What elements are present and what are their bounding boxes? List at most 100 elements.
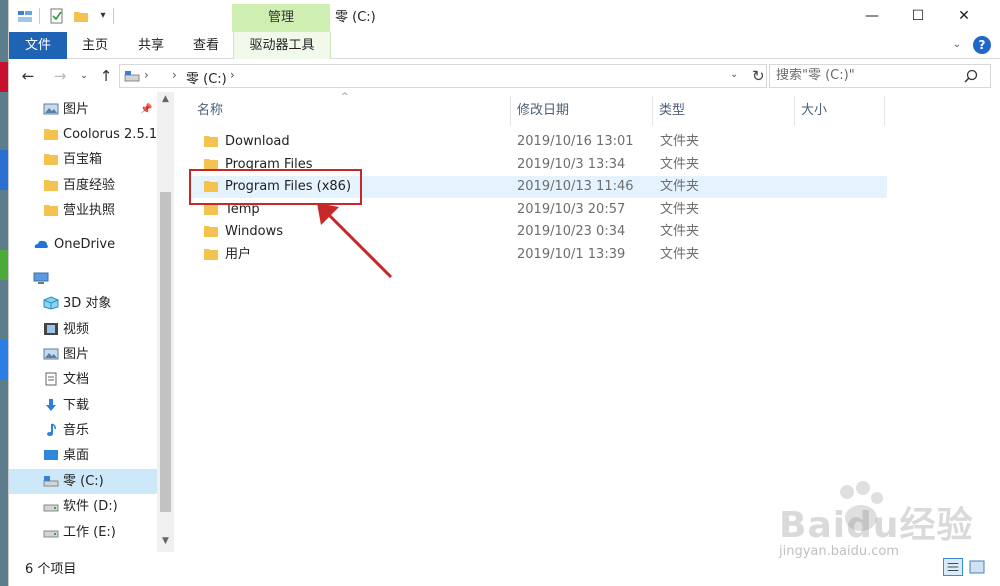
- nav-item-music[interactable]: 音乐: [9, 418, 157, 443]
- nav-item-drive-d[interactable]: 软件 (D:): [9, 494, 157, 519]
- file-type: 文件夹: [660, 224, 700, 239]
- recent-locations-button[interactable]: ⌄: [77, 66, 91, 86]
- nav-scrollbar[interactable]: ▲ ▼: [157, 92, 174, 552]
- file-type: 文件夹: [660, 202, 700, 217]
- desktop-app-icon: [0, 340, 8, 380]
- drive-icon: [43, 530, 59, 538]
- file-date: 2019/10/23 0:34: [517, 224, 626, 239]
- nav-item-label: 文档: [63, 372, 90, 387]
- nav-item-pictures[interactable]: 图片: [9, 342, 157, 367]
- nav-item-coolorus[interactable]: Coolorus 2.5.14: [9, 122, 157, 147]
- scroll-up-icon[interactable]: ▲: [157, 94, 174, 108]
- table-row[interactable]: Windows 2019/10/23 0:34 文件夹: [189, 221, 887, 243]
- scroll-down-icon[interactable]: ▼: [157, 536, 174, 550]
- nav-item-drive-c[interactable]: 零 (C:): [9, 469, 157, 494]
- table-row[interactable]: Download 2019/10/16 13:01 文件夹: [189, 131, 887, 153]
- qat-separator: [39, 8, 40, 24]
- qat-separator: [113, 8, 114, 24]
- nav-item-label: 3D 对象: [63, 296, 112, 311]
- nav-item-label: 百度经验: [63, 178, 116, 193]
- item-count: 6 个项目: [25, 562, 77, 577]
- nav-item-baibaoxiang[interactable]: 百宝箱: [9, 147, 157, 172]
- nav-item-label: Coolorus 2.5.14: [63, 127, 157, 142]
- nav-item-label: 零 (C:): [63, 474, 104, 489]
- nav-item-label: 视频: [63, 322, 90, 337]
- properties-icon[interactable]: [49, 8, 65, 24]
- table-row[interactable]: 用户 2019/10/1 13:39 文件夹: [189, 244, 887, 266]
- desktop-background: [0, 0, 8, 586]
- breadcrumb-chevron-icon[interactable]: ›: [172, 68, 177, 82]
- breadcrumb-chevron-icon[interactable]: ›: [144, 68, 149, 82]
- details-view-icon[interactable]: [943, 558, 963, 576]
- forward-button[interactable]: →: [49, 66, 71, 86]
- nav-item-quick-pictures[interactable]: 图片 📌: [9, 97, 157, 122]
- nav-item-label: 营业执照: [63, 203, 116, 218]
- expand-ribbon-icon[interactable]: ⌄: [949, 37, 965, 53]
- tab-view[interactable]: 查看: [179, 32, 233, 59]
- file-date: 2019/10/3 13:34: [517, 157, 626, 172]
- this-pc-icon: [33, 272, 49, 284]
- file-date: 2019/10/13 11:46: [517, 179, 634, 194]
- nav-item-this-pc[interactable]: [9, 266, 157, 291]
- desktop-app-icon: [0, 62, 8, 92]
- minimize-button[interactable]: —: [849, 0, 895, 32]
- file-explorer-window: ▾ 管理 零 (C:) — ☐ ✕ 文件 主页 共享 查看 驱动器工具 ⌄ ? …: [8, 0, 1000, 586]
- pin-icon[interactable]: 📌: [140, 97, 152, 122]
- search-input[interactable]: [776, 68, 956, 83]
- help-icon[interactable]: ?: [973, 36, 991, 54]
- nav-item-desktop[interactable]: 桌面: [9, 443, 157, 468]
- close-button[interactable]: ✕: [941, 0, 987, 32]
- refresh-icon[interactable]: ↻: [752, 67, 765, 85]
- nav-item-baidu-jingyan[interactable]: 百度经验: [9, 173, 157, 198]
- column-header-name[interactable]: 名称: [191, 96, 511, 126]
- folder-icon: [204, 249, 218, 260]
- folder-icon: [44, 180, 58, 191]
- music-icon: [47, 423, 56, 436]
- address-dropdown-icon[interactable]: ⌄: [730, 69, 738, 80]
- tab-file[interactable]: 文件: [9, 32, 67, 59]
- search-box[interactable]: [769, 64, 991, 88]
- folder-icon: [44, 129, 58, 140]
- maximize-button[interactable]: ☐: [895, 0, 941, 32]
- large-icons-view-icon[interactable]: [967, 558, 987, 576]
- downloads-icon: [46, 399, 56, 411]
- desktop-app-icon: [0, 250, 8, 280]
- breadcrumb-drive-c[interactable]: 零 (C:): [186, 68, 227, 87]
- nav-item-onedrive[interactable]: OneDrive: [9, 232, 157, 257]
- folder-icon: [44, 154, 58, 165]
- folder-icon: [204, 136, 218, 147]
- breadcrumb-chevron-icon[interactable]: ›: [230, 68, 235, 82]
- up-button[interactable]: ↑: [95, 66, 117, 86]
- nav-item-license[interactable]: 营业执照: [9, 198, 157, 223]
- file-type: 文件夹: [660, 134, 700, 149]
- customize-qat-icon[interactable]: ▾: [95, 8, 111, 24]
- nav-item-videos[interactable]: 视频: [9, 317, 157, 342]
- file-name: Windows: [225, 224, 284, 239]
- scroll-thumb[interactable]: [160, 192, 171, 512]
- drive-c-icon: [43, 476, 59, 487]
- file-name: 用户: [225, 247, 252, 262]
- manage-context-tab[interactable]: 管理: [232, 4, 330, 32]
- nav-item-drive-e[interactable]: 工作 (E:): [9, 520, 157, 545]
- tab-share[interactable]: 共享: [123, 32, 179, 59]
- column-header-date[interactable]: 修改日期: [511, 96, 653, 126]
- column-header-size[interactable]: 大小: [795, 96, 885, 126]
- nav-item-downloads[interactable]: 下载: [9, 393, 157, 418]
- back-button[interactable]: ←: [17, 66, 39, 86]
- file-date: 2019/10/3 20:57: [517, 202, 626, 217]
- column-header-type[interactable]: 类型: [653, 96, 795, 126]
- nav-item-3d-objects[interactable]: 3D 对象: [9, 291, 157, 316]
- nav-item-label: 图片: [63, 102, 90, 117]
- address-bar[interactable]: › › 零 (C:) › ⌄ ↻: [119, 64, 767, 88]
- nav-item-documents[interactable]: 文档: [9, 367, 157, 392]
- explorer-app-icon[interactable]: [17, 8, 33, 24]
- title-bar: ▾ 管理 零 (C:) — ☐ ✕: [9, 0, 1000, 32]
- tab-drive-tools[interactable]: 驱动器工具: [233, 32, 331, 59]
- search-icon[interactable]: [964, 69, 978, 83]
- file-date: 2019/10/1 13:39: [517, 247, 626, 262]
- new-folder-icon[interactable]: [73, 8, 89, 24]
- tab-home[interactable]: 主页: [67, 32, 123, 59]
- file-type: 文件夹: [660, 179, 700, 194]
- nav-item-label: 工作 (E:): [63, 525, 116, 540]
- nav-item-label: 百宝箱: [63, 152, 103, 167]
